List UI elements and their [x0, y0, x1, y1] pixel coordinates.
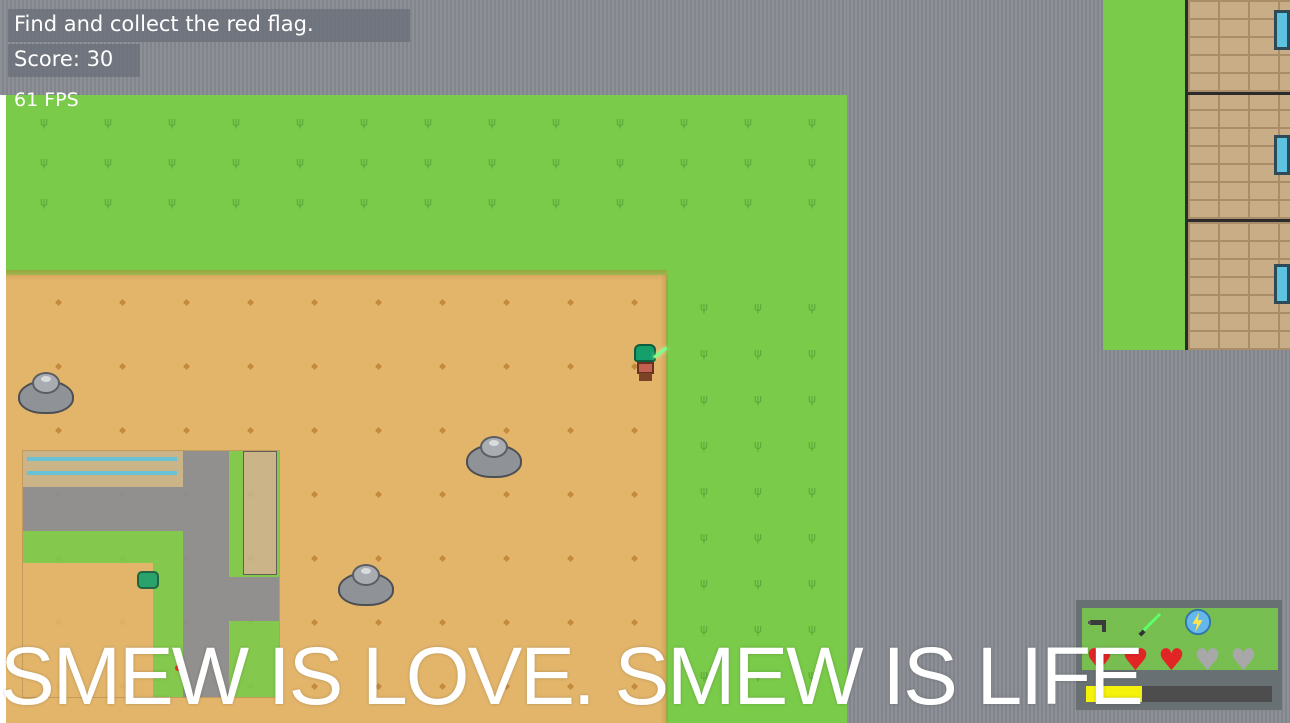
grass-tuft-icon: ψ — [296, 155, 304, 169]
grass-tuft-icon: ψ — [754, 346, 762, 360]
road-right — [847, 0, 1103, 723]
grass-tuft-icon: ψ — [700, 346, 708, 360]
player-hair — [634, 344, 656, 362]
grass-tuft-icon: ψ — [808, 346, 816, 360]
grass-tuft-icon: ψ — [808, 155, 816, 169]
minimap-player-marker — [137, 571, 159, 589]
grass-tuft-icon: ψ — [700, 300, 708, 314]
grass-tuft-icon: ψ — [424, 155, 432, 169]
grass-tuft-icon: ψ — [808, 392, 816, 406]
grass-tuft-icon: ψ — [232, 115, 240, 129]
grass-tuft-icon: ψ — [104, 155, 112, 169]
grass-tuft-icon: ψ — [700, 438, 708, 452]
grass-tuft-icon: ψ — [104, 195, 112, 209]
grass-tuft-icon: ψ — [232, 155, 240, 169]
objective-text: Find and collect the red flag. — [8, 9, 410, 42]
grass-tuft-icon: ψ — [488, 195, 496, 209]
grass-tuft-icon: ψ — [616, 115, 624, 129]
grass-tuft-icon: ψ — [104, 115, 112, 129]
grass-tuft-icon: ψ — [680, 115, 688, 129]
grass-tuft-icon: ψ — [808, 115, 816, 129]
grass-tuft-icon: ψ — [744, 155, 752, 169]
grass-tuft-icon: ψ — [700, 484, 708, 498]
minimap-road — [229, 577, 279, 621]
grass-tuft-icon: ψ — [808, 576, 816, 590]
rock[interactable] — [338, 562, 394, 606]
grass-tuft-icon: ψ — [754, 438, 762, 452]
grass-tuft-icon: ψ — [700, 392, 708, 406]
grass-tuft-icon: ψ — [808, 438, 816, 452]
rock[interactable] — [466, 434, 522, 478]
grass-tuft-icon: ψ — [808, 195, 816, 209]
grass-tuft-icon: ψ — [808, 484, 816, 498]
player-legs — [639, 373, 652, 381]
grass-tuft-icon: ψ — [168, 155, 176, 169]
grass-tuft-icon: ψ — [616, 195, 624, 209]
score-text: Score: 30 — [8, 44, 140, 77]
grass-tuft-icon: ψ — [754, 530, 762, 544]
grass-tuft-icon: ψ — [680, 195, 688, 209]
grass-tuft-icon: ψ — [296, 115, 304, 129]
lightning-orb-icon[interactable] — [1184, 608, 1212, 636]
grass-tuft-icon: ψ — [40, 195, 48, 209]
grass-tuft-icon: ψ — [754, 484, 762, 498]
minimap-window-strip — [27, 457, 177, 461]
building-window — [1274, 10, 1290, 50]
grass-tuft-icon: ψ — [360, 195, 368, 209]
grass-tuft-icon: ψ — [700, 576, 708, 590]
grass-tuft-icon: ψ — [360, 155, 368, 169]
grass-tuft-icon: ψ — [488, 155, 496, 169]
grass-tuft-icon: ψ — [680, 155, 688, 169]
grass-tuft-icon: ψ — [360, 115, 368, 129]
grass-tuft-icon: ψ — [296, 195, 304, 209]
minimap-building — [243, 451, 277, 575]
building-window — [1274, 135, 1290, 175]
minimap-window-strip — [27, 471, 177, 475]
building-floor — [1188, 95, 1290, 222]
grass-tuft-icon: ψ — [754, 300, 762, 314]
minimap-road — [23, 487, 183, 531]
grass-strip-right — [1103, 0, 1185, 350]
grass-tuft-icon: ψ — [232, 195, 240, 209]
grass-tuft-icon: ψ — [700, 530, 708, 544]
fps-counter: 61 FPS — [14, 89, 79, 111]
grass-tuft-icon: ψ — [552, 195, 560, 209]
building-floor — [1188, 222, 1290, 350]
grass-tuft-icon: ψ — [754, 576, 762, 590]
grass-tuft-icon: ψ — [808, 530, 816, 544]
grass-tuft-icon: ψ — [424, 115, 432, 129]
grass-tuft-icon: ψ — [40, 115, 48, 129]
player-character — [632, 344, 668, 382]
building-window — [1274, 264, 1290, 304]
grass-tuft-icon: ψ — [616, 155, 624, 169]
grass-tuft-icon: ψ — [754, 392, 762, 406]
brick-building — [1185, 0, 1290, 350]
grass-tuft-icon: ψ — [552, 115, 560, 129]
building-floor — [1188, 0, 1290, 95]
rock[interactable] — [18, 370, 74, 414]
dirt-edge-top — [6, 270, 667, 280]
grass-tuft-icon: ψ — [168, 115, 176, 129]
grass-tuft-icon: ψ — [168, 195, 176, 209]
video-caption-overlay: SMEW IS LOVE. SMEW IS LIFE — [0, 631, 1144, 722]
grass-tuft-icon: ψ — [808, 300, 816, 314]
grass-tuft-icon: ψ — [488, 115, 496, 129]
grass-tuft-icon: ψ — [744, 115, 752, 129]
grass-tuft-icon: ψ — [552, 155, 560, 169]
grass-tuft-icon: ψ — [744, 195, 752, 209]
grass-tuft-icon: ψ — [424, 195, 432, 209]
grass-tuft-icon: ψ — [40, 155, 48, 169]
